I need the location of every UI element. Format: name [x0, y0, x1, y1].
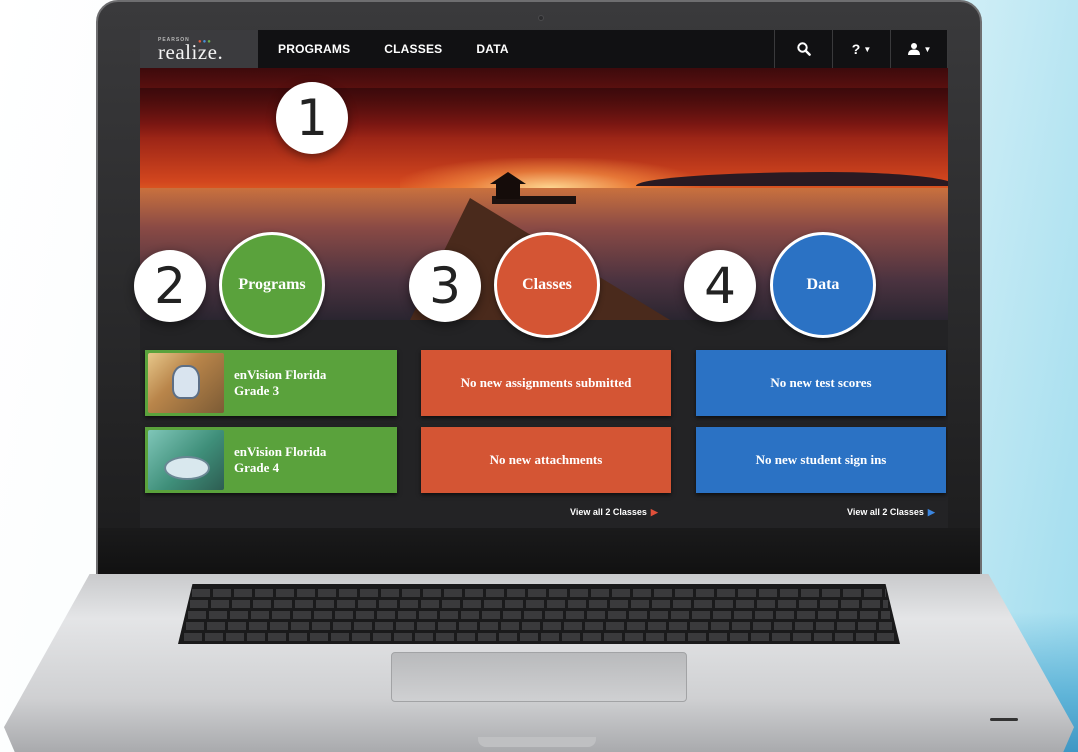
help-menu-button[interactable]: ? ▼	[832, 30, 890, 68]
main-nav: PROGRAMS CLASSES DATA	[258, 30, 509, 68]
manatee-illustration-icon	[164, 456, 210, 480]
webcam	[538, 15, 544, 21]
user-icon	[907, 43, 920, 55]
key-row	[188, 611, 890, 619]
program-thumbnail	[148, 353, 224, 413]
key-row	[190, 600, 888, 608]
laptop-front-notch	[478, 737, 596, 747]
chevron-down-icon: ▼	[923, 44, 932, 54]
classes-category-button[interactable]: Classes	[494, 232, 600, 338]
data-notification-card[interactable]: No new student sign ins	[696, 427, 946, 493]
data-notification-card[interactable]: No new test scores	[696, 350, 946, 416]
program-title-line1: enVision Florida	[234, 367, 327, 382]
robot-illustration-icon	[172, 365, 200, 399]
program-title: enVision Florida Grade 3	[224, 367, 326, 399]
callout-number-3: 3	[409, 250, 481, 322]
caret-right-icon: ▶	[927, 507, 935, 517]
dashboard-cards: enVision Florida Grade 3 enVision Florid…	[140, 320, 948, 528]
view-all-label: View all 2 Classes	[847, 507, 924, 517]
callout-number-1: 1	[276, 82, 348, 154]
program-title-line1: enVision Florida	[234, 444, 327, 459]
brand-product: realize.	[158, 40, 224, 64]
program-thumbnail	[148, 430, 224, 490]
laptop-trackpad	[391, 652, 687, 702]
help-label: ?	[851, 41, 861, 57]
nav-classes[interactable]: CLASSES	[384, 42, 442, 56]
data-category-button[interactable]: Data	[770, 232, 876, 338]
brand-logo[interactable]: PEARSON realize. ●●●	[140, 30, 258, 68]
program-title: enVision Florida Grade 4	[224, 444, 326, 476]
program-title-line2: Grade 4	[234, 460, 280, 475]
program-card[interactable]: enVision Florida Grade 4	[145, 427, 397, 493]
classes-notification-card[interactable]: No new assignments submitted	[421, 350, 671, 416]
callout-number-2: 2	[134, 250, 206, 322]
search-icon	[796, 42, 811, 56]
caret-right-icon: ▶	[650, 507, 658, 517]
laptop-keyboard	[178, 584, 900, 644]
nav-programs[interactable]: PROGRAMS	[278, 42, 350, 56]
program-title-line2: Grade 3	[234, 383, 280, 398]
nav-actions: ? ▼ ▼	[774, 30, 948, 68]
callout-number-4: 4	[684, 250, 756, 322]
laptop-screen-bezel	[98, 528, 980, 576]
key-row	[192, 589, 886, 597]
key-row	[186, 622, 892, 630]
laptop-indicator-light	[990, 718, 1018, 721]
hero-hut	[496, 183, 520, 199]
brand-dots-icon: ●●●	[198, 39, 212, 45]
programs-category-button[interactable]: Programs	[219, 232, 325, 338]
nav-data[interactable]: DATA	[476, 42, 508, 56]
hero-clouds	[140, 88, 948, 138]
chevron-down-icon: ▼	[863, 44, 872, 54]
program-card[interactable]: enVision Florida Grade 3	[145, 350, 397, 416]
key-row	[184, 633, 894, 641]
classes-view-all-link[interactable]: View all 2 Classes ▶	[570, 507, 658, 518]
view-all-label: View all 2 Classes	[570, 507, 647, 517]
data-view-all-link[interactable]: View all 2 Classes ▶	[847, 507, 935, 518]
search-button[interactable]	[774, 30, 832, 68]
top-nav-bar: PEARSON realize. ●●● PROGRAMS CLASSES DA…	[140, 30, 948, 68]
user-menu-button[interactable]: ▼	[890, 30, 948, 68]
classes-notification-card[interactable]: No new attachments	[421, 427, 671, 493]
